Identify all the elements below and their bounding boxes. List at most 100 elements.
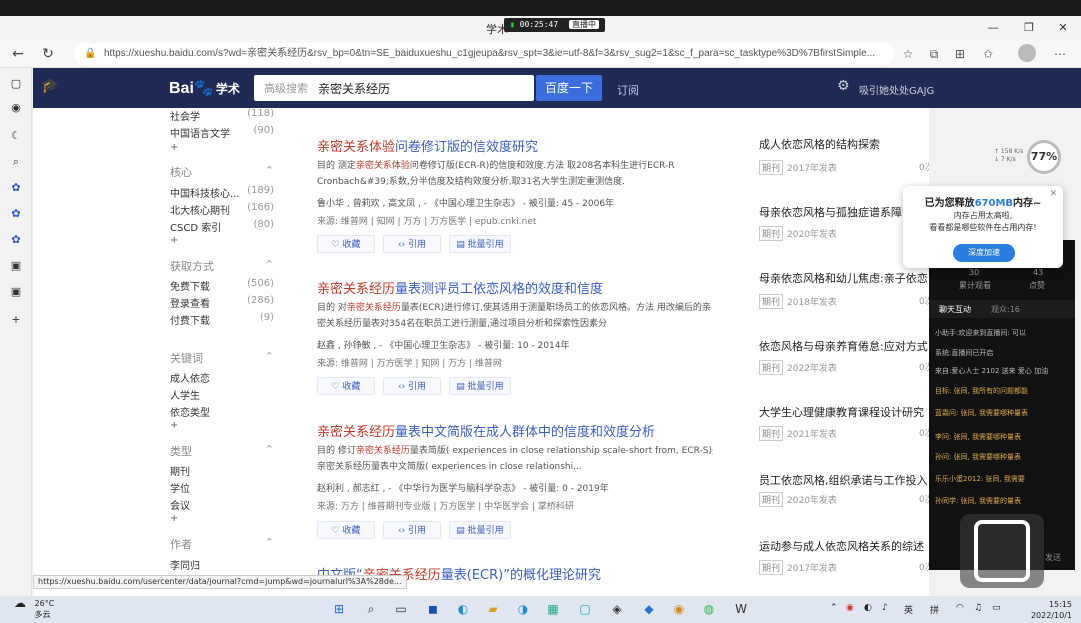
search-icon[interactable]: ⌕ [362,600,380,618]
paw-icon-3[interactable]: ✿ [8,232,24,248]
result-title[interactable]: 亲密关系体验问卷修订版的信效度研究 [317,136,538,155]
extensions-icon[interactable]: ⊞ [952,46,968,62]
result-source[interactable]: 来源: 维普网 | 知网 | 万方 | 万方医学 | epub.cnki.net [317,214,536,227]
tab-chat[interactable]: 聊天互动 [939,304,971,315]
back-icon[interactable]: ← [8,45,28,63]
filter-header-access[interactable]: 获取方式 ⌃ [170,258,278,274]
filter-item[interactable]: 李同归 [170,557,278,572]
minimize-icon[interactable]: — [978,20,1008,36]
speed-ball[interactable]: 77% [1027,140,1061,174]
start-icon[interactable]: ⊞ [330,600,348,618]
ime-lang[interactable]: 英 [904,603,913,616]
ime-mode[interactable]: 拼 [930,603,939,616]
filter-item[interactable]: 会议 [170,497,278,512]
batch-cite-button[interactable]: ▤ 批量引用 [449,521,511,539]
task-view-icon[interactable]: ▭ [392,600,410,618]
grad-cap-icon[interactable]: 🎓 [41,78,58,94]
subscribe-link[interactable]: 订阅 [617,82,639,98]
filter-item[interactable]: 中国语言文学 (90) [170,125,278,140]
advanced-search-link[interactable]: 高级搜索 [264,80,308,96]
app-icon-5[interactable]: W [732,600,750,618]
refresh-icon[interactable]: ↻ [38,45,58,63]
baidu-logo[interactable]: Bai🐾 学术 [169,78,240,98]
app-icon-4[interactable]: ◉ [670,600,688,618]
image-icon-2[interactable]: ▣ [8,284,24,300]
filter-item[interactable]: 免费下载 (506) [170,278,278,293]
related-title[interactable]: 依恋风格与母亲养育倦怠:应对方式 [759,338,928,354]
maximize-icon[interactable]: ❐ [1014,20,1044,36]
filter-item[interactable]: 学位 [170,480,278,495]
wifi-icon[interactable]: ◠ [956,603,964,613]
paw-icon-2[interactable]: ✿ [8,206,24,222]
filter-item[interactable]: 付费下载 (9) [170,312,278,327]
edge-active-icon[interactable]: ◑ [514,600,532,618]
tab-actions-icon[interactable]: ▢ [8,76,24,92]
collect-button[interactable]: ♡ 收藏 [317,377,375,395]
volume-icon[interactable]: ♫ [974,603,982,613]
filter-item[interactable]: 期刊 [170,463,278,478]
cite-button[interactable]: ‹› 引用 [383,521,441,539]
cite-button[interactable]: ‹› 引用 [383,235,441,253]
cite-button[interactable]: ‹› 引用 [383,377,441,395]
wechat-icon[interactable]: ◍ [700,600,718,618]
related-title[interactable]: 母亲依恋风格与孤独症谱系障 [759,204,902,220]
weather-widget[interactable]: ☁ 26°C 多云 [14,597,54,620]
filter-item[interactable]: CSCD 索引 (80) [170,219,278,234]
gear-icon[interactable]: ⚙ [837,78,850,94]
result-meta[interactable]: 鲁小华 , 曾莉欢 , 高文凤 , - 《中国心理卫生杂志》 - 被引量: 45… [317,196,614,209]
filter-item[interactable]: 依恋类型 [170,404,278,419]
send-button[interactable]: 发送 [1045,552,1061,563]
related-title[interactable]: 大学生心理健康教育课程设计研究 [759,404,924,420]
star-icon[interactable]: ☆ [900,46,916,62]
related-title[interactable]: 成人依恋风格的结构探索 [759,136,880,152]
more-icon[interactable]: ⋯ [1052,46,1068,62]
sidebar-tool-icon[interactable]: ☾ [8,128,24,144]
filter-header-keyword[interactable]: 关键词 ⌃ [170,350,278,366]
collect-button[interactable]: ♡ 收藏 [317,235,375,253]
related-title[interactable]: 母亲依恋风格和幼儿焦虑:亲子依恋 [759,270,928,286]
related-title[interactable]: 员工依恋风格,组织承诺与工作投入 [759,472,928,488]
paw-icon[interactable]: ✿ [8,180,24,196]
edge-icon[interactable]: ◐ [454,600,472,618]
mic-icon[interactable]: ♪ [882,603,888,613]
filter-item[interactable]: 社会学 (118) [170,108,278,123]
collections-icon[interactable]: ⧉ [926,46,942,62]
result-source[interactable]: 来源: 万方 | 维普期刊专业版 | 万方医学 | 中华医学会 | 掌桥科研 [317,499,574,512]
filter-header-author[interactable]: 作者 ⌃ [170,536,278,552]
workspace-icon[interactable]: ◉ [8,100,24,116]
clock[interactable]: 15:15 2022/10/1 [1024,599,1072,621]
result-meta[interactable]: 赵鑫 , 孙铮敏 , - 《中国心理卫生杂志》 - 被引量: 10 - 2014… [317,338,569,351]
tray-app-icon[interactable]: ◉ [846,603,854,613]
batch-cite-button[interactable]: ▤ 批量引用 [449,235,511,253]
accelerate-button[interactable]: 深度加速 [953,244,1015,262]
related-title[interactable]: 运动参与成人依恋风格关系的综述 [759,538,924,554]
app-icon-2[interactable]: ◈ [608,600,626,618]
chevron-up-icon[interactable]: ⌃ [830,603,838,613]
favorites-icon[interactable]: ✩ [980,46,996,62]
image-icon[interactable]: ▣ [8,258,24,274]
result-source[interactable]: 来源: 维普网 | 万方医学 | 知网 | 万方 | 维普网 [317,356,502,369]
url-field[interactable]: 🔒 https://xueshu.baidu.com/s?wd=亲密关系经历&r… [74,43,894,65]
expand-plus[interactable]: + [170,513,178,524]
tv-icon[interactable]: ▢ [576,600,594,618]
filter-item[interactable]: 北大核心期刊 (166) [170,202,278,217]
result-title[interactable]: 亲密关系经历量表中文简版在成人群体中的信度和效度分析 [317,421,655,440]
filter-header-core[interactable]: 核心 ⌃ [170,164,278,180]
tray-app-icon-2[interactable]: ◐ [864,603,872,613]
phone-float-button[interactable] [960,514,1044,588]
expand-plus[interactable]: + [170,142,178,153]
batch-cite-button[interactable]: ▤ 批量引用 [449,377,511,395]
expand-plus[interactable]: + [170,235,178,246]
profile-avatar[interactable] [1018,44,1036,62]
app-icon[interactable]: ◼ [424,600,442,618]
result-title[interactable]: 亲密关系经历量表测评员工依恋风格的效度和信度 [317,278,603,297]
collect-button[interactable]: ♡ 收藏 [317,521,375,539]
tab-audience[interactable]: 观众:16 [991,304,1020,315]
sidebar-search-icon[interactable]: ⌕ [8,154,24,170]
battery-icon[interactable]: ▭ [992,603,1001,613]
close-window-icon[interactable]: ✕ [1048,20,1078,36]
expand-plus[interactable]: + [170,420,178,431]
add-icon[interactable]: + [8,312,24,328]
filter-item[interactable]: 登录查看 (286) [170,295,278,310]
search-button[interactable]: 百度一下 [536,75,602,101]
